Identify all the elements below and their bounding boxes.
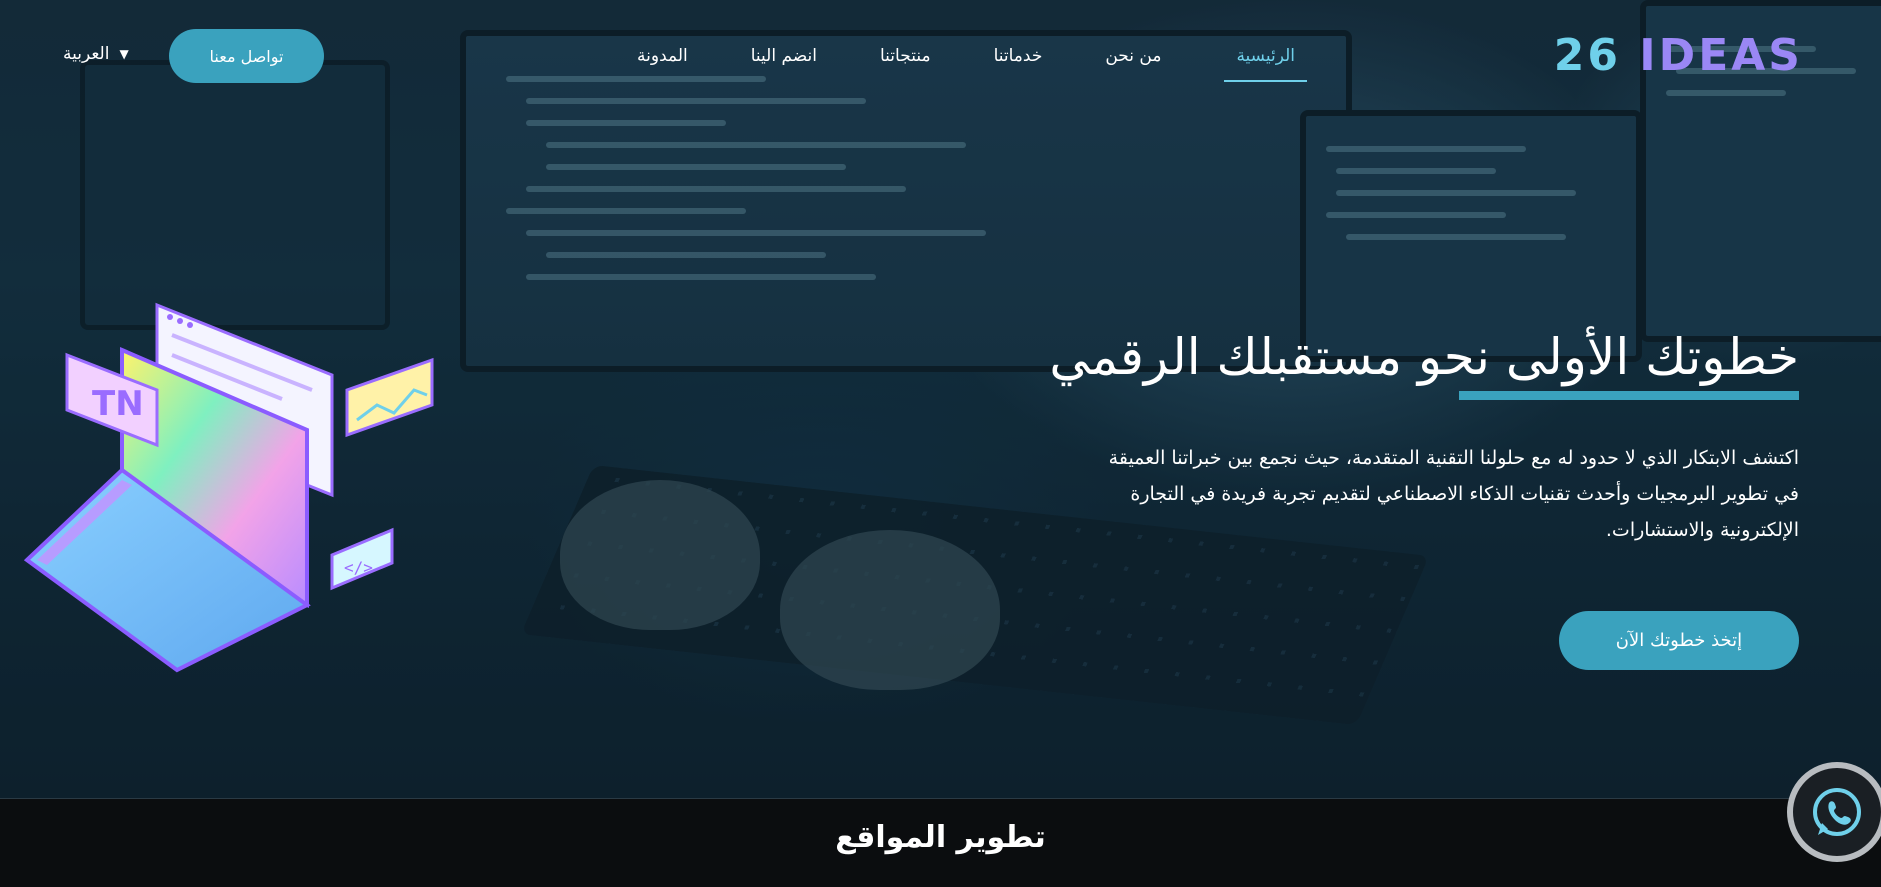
nav-item-home[interactable]: الرئيسية bbox=[1224, 44, 1307, 82]
nav-item-services[interactable]: خدماتنا bbox=[994, 44, 1043, 82]
svg-text:</>: </> bbox=[344, 558, 373, 577]
brand-logo[interactable]: 26 IDEAS bbox=[1554, 28, 1803, 84]
hero-description: اكتشف الابتكار الذي لا حدود له مع حلولنا… bbox=[1108, 447, 1799, 541]
laptop-illustration: TN </> bbox=[23, 302, 434, 673]
section-title: تطوير المواقع bbox=[835, 820, 1046, 855]
contact-us-button[interactable]: تواصل معنا bbox=[169, 29, 324, 83]
language-label: العربية bbox=[63, 44, 110, 64]
main-nav: الرئيسية من نحن خدماتنا منتجاتنا انضم ال… bbox=[574, 44, 1307, 82]
whatsapp-icon bbox=[1813, 788, 1861, 836]
nav-item-join-us[interactable]: انضم الينا bbox=[751, 44, 817, 82]
take-step-button[interactable]: إتخذ خطوتك الآن bbox=[1559, 611, 1799, 670]
hero-headline: خطوتك الأولى نحو مستقبلك الرقمي bbox=[1049, 328, 1799, 386]
chevron-down-icon: ▼ bbox=[119, 47, 129, 61]
nav-item-about[interactable]: من نحن bbox=[1105, 44, 1161, 82]
language-selector[interactable]: العربية ▼ bbox=[63, 44, 129, 64]
whatsapp-button[interactable] bbox=[1787, 762, 1881, 862]
svg-text:TN: TN bbox=[92, 384, 144, 424]
nav-item-products[interactable]: منتجاتنا bbox=[880, 44, 931, 82]
nav-item-blog[interactable]: المدونة bbox=[637, 44, 688, 82]
headline-underline bbox=[1459, 391, 1799, 400]
